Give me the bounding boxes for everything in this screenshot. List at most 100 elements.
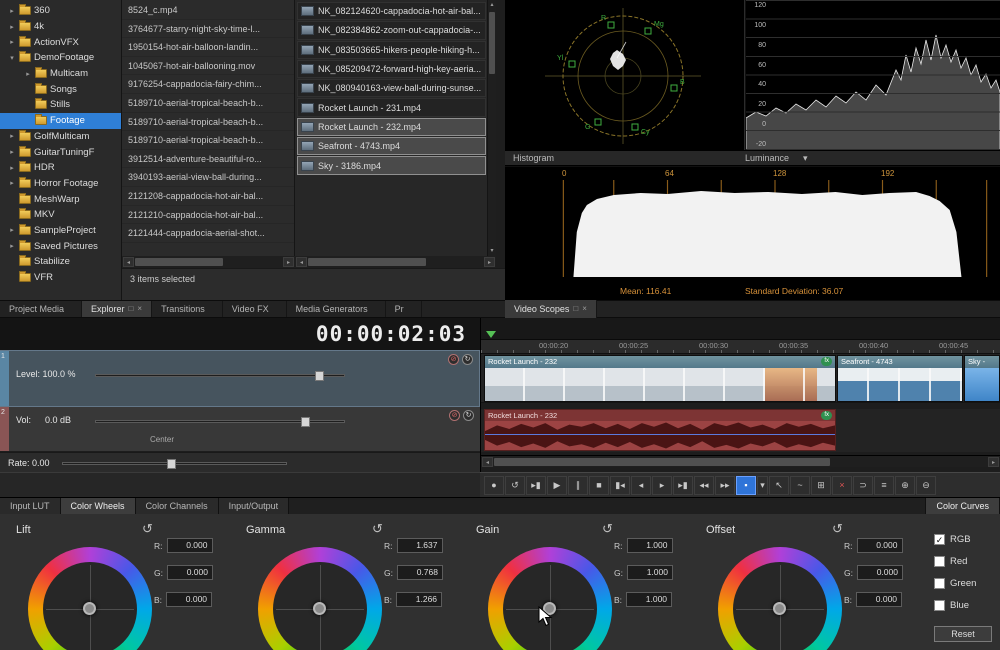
- file-list-hscrollbar[interactable]: ◂ ▸: [122, 256, 295, 268]
- fast-forward-button[interactable]: ▸▸: [715, 476, 735, 495]
- color-wheel[interactable]: [258, 547, 382, 650]
- marker-button[interactable]: ≡: [874, 476, 894, 495]
- level-slider[interactable]: [95, 374, 345, 377]
- tab-project-media[interactable]: Project Media: [0, 301, 82, 317]
- scrollbar-thumb[interactable]: [489, 12, 495, 74]
- file-list-item[interactable]: 5189710-aerial-tropical-beach-b...: [122, 131, 294, 150]
- media-list-item[interactable]: Rocket Launch - 232.mp4: [297, 118, 486, 136]
- rate-slider[interactable]: [62, 462, 287, 465]
- checkbox[interactable]: ✓: [934, 534, 945, 545]
- normal-edit-tool-button[interactable]: ▪: [736, 476, 756, 495]
- video-clip[interactable]: Seafront - 4743: [837, 355, 963, 402]
- green-value-field[interactable]: 0.000: [857, 565, 903, 580]
- color-wheel[interactable]: [488, 547, 612, 650]
- file-list-item[interactable]: 3764677-starry-night-sky-time-l...: [122, 20, 294, 39]
- expander-icon[interactable]: ▾: [8, 54, 16, 62]
- mute-icon[interactable]: ⊘: [449, 410, 460, 421]
- reset-button[interactable]: Reset: [934, 626, 992, 642]
- stop-button[interactable]: ■: [589, 476, 609, 495]
- red-value-field[interactable]: 0.000: [167, 538, 213, 553]
- scroll-down-icon[interactable]: ▾: [488, 246, 496, 256]
- media-list-hscrollbar[interactable]: ◂ ▸: [295, 256, 496, 268]
- selection-tool-button[interactable]: ↖: [769, 476, 789, 495]
- go-to-end-button[interactable]: ▸▮: [673, 476, 693, 495]
- scrollbar-thumb[interactable]: [308, 258, 426, 266]
- tab-input-output[interactable]: Input/Output: [219, 498, 290, 514]
- delete-button[interactable]: ×: [832, 476, 852, 495]
- expander-icon[interactable]: ▸: [8, 132, 16, 140]
- go-to-start-button[interactable]: ▮◂: [610, 476, 630, 495]
- checkbox[interactable]: [934, 578, 945, 589]
- automation-icon[interactable]: ↻: [463, 410, 474, 421]
- folder-tree-item[interactable]: ▸ 360: [0, 3, 121, 19]
- scrollbar-thumb[interactable]: [135, 258, 223, 266]
- scroll-right-icon[interactable]: ▸: [988, 457, 999, 467]
- checkbox[interactable]: [934, 600, 945, 611]
- play-button[interactable]: ▶: [547, 476, 567, 495]
- scroll-right-icon[interactable]: ▸: [484, 257, 495, 267]
- folder-tree-item[interactable]: MeshWarp: [0, 191, 121, 207]
- scroll-up-icon[interactable]: ▴: [488, 0, 496, 10]
- file-list-item[interactable]: 1045067-hot-air-ballooning.mov: [122, 57, 294, 76]
- wheel-puck[interactable]: [83, 602, 96, 615]
- dock-window-icon[interactable]: □: [573, 301, 578, 317]
- green-value-field[interactable]: 1.000: [627, 565, 673, 580]
- automation-icon[interactable]: ↻: [462, 354, 473, 365]
- media-list-item[interactable]: NK_080940163-view-ball-during-sunse...: [297, 79, 486, 97]
- red-value-field[interactable]: 1.637: [397, 538, 443, 553]
- file-list-item[interactable]: 2121444-cappadocia-aerial-shot...: [122, 224, 294, 243]
- expander-icon[interactable]: ▸: [24, 70, 32, 78]
- zoom-in-button[interactable]: ⊕: [895, 476, 915, 495]
- tab-video-scopes[interactable]: Video Scopes □ ×: [505, 300, 597, 318]
- blue-value-field[interactable]: 1.000: [626, 592, 672, 607]
- rewind-button[interactable]: ◂◂: [694, 476, 714, 495]
- edit-tool-dropdown[interactable]: ▾: [757, 476, 768, 495]
- scroll-left-icon[interactable]: ◂: [123, 257, 134, 267]
- media-list-item[interactable]: NK_085209472-forward-high-key-aeria...: [297, 60, 486, 78]
- checkbox[interactable]: [934, 556, 945, 567]
- green-value-field[interactable]: 0.000: [167, 565, 213, 580]
- time-ruler[interactable]: 00:00:2000:00:2500:00:3000:00:3500:00:40…: [481, 340, 1000, 354]
- channel-checkbox-row[interactable]: Green: [934, 572, 996, 594]
- folder-tree-item[interactable]: ▸ ActionVFX: [0, 34, 121, 50]
- expander-icon[interactable]: ▸: [8, 38, 16, 46]
- snap-button[interactable]: ⊃: [853, 476, 873, 495]
- tab-color-channels[interactable]: Color Channels: [136, 498, 219, 514]
- dock-window-icon[interactable]: □: [129, 301, 134, 317]
- wheel-reset-button[interactable]: ↺: [832, 521, 843, 537]
- video-track-header[interactable]: 1 ⊘ ↻ Level: 100.0 %: [0, 350, 480, 407]
- folder-tree-item[interactable]: ▸ 4k: [0, 19, 121, 35]
- expander-icon[interactable]: ▸: [8, 148, 16, 156]
- channel-checkbox-row[interactable]: ✓ RGB: [934, 528, 996, 550]
- expander-icon[interactable]: ▸: [8, 179, 16, 187]
- loop-playback-button[interactable]: ↺: [505, 476, 525, 495]
- wheel-inner-area[interactable]: [43, 562, 137, 650]
- expand-track-button[interactable]: ⊞: [811, 476, 831, 495]
- wheel-puck[interactable]: [313, 602, 326, 615]
- luminance-dropdown[interactable]: Luminance ▾: [745, 153, 808, 164]
- file-list-item[interactable]: 2121210-cappadocia-hot-air-bal...: [122, 206, 294, 225]
- folder-tree-item[interactable]: ▸ GuitarTuningF: [0, 144, 121, 160]
- audio-clip[interactable]: Rocket Launch - 232 fx: [484, 409, 836, 451]
- scroll-left-icon[interactable]: ◂: [296, 257, 307, 267]
- media-list-item[interactable]: NK_082124620-cappadocia-hot-air-bal...: [297, 2, 486, 20]
- channel-checkbox-row[interactable]: Blue: [934, 594, 996, 616]
- file-list-item[interactable]: 5189710-aerial-tropical-beach-b...: [122, 113, 294, 132]
- file-list-item[interactable]: 5189710-aerial-tropical-beach-b...: [122, 94, 294, 113]
- tab-transitions[interactable]: Transitions: [152, 301, 223, 317]
- blue-value-field[interactable]: 0.000: [166, 592, 212, 607]
- folder-tree-item[interactable]: ▸ Saved Pictures: [0, 238, 121, 254]
- file-list-item[interactable]: 9176254-cappadocia-fairy-chim...: [122, 75, 294, 94]
- play-from-start-button[interactable]: ▸▮: [526, 476, 546, 495]
- expander-icon[interactable]: ▸: [8, 7, 16, 15]
- expander-icon[interactable]: ▸: [8, 164, 16, 172]
- color-wheel[interactable]: [718, 547, 842, 650]
- record-arm-button[interactable]: ●: [484, 476, 504, 495]
- video-clip[interactable]: Rocket Launch - 232 fx: [484, 355, 836, 402]
- zoom-out-button[interactable]: ⊖: [916, 476, 936, 495]
- tab-video-fx[interactable]: Video FX: [223, 301, 287, 317]
- tab-color-wheels[interactable]: Color Wheels: [61, 498, 136, 514]
- wheel-reset-button[interactable]: ↺: [142, 521, 153, 537]
- tab-media-generators[interactable]: Media Generators: [287, 301, 386, 317]
- envelope-tool-button[interactable]: ~: [790, 476, 810, 495]
